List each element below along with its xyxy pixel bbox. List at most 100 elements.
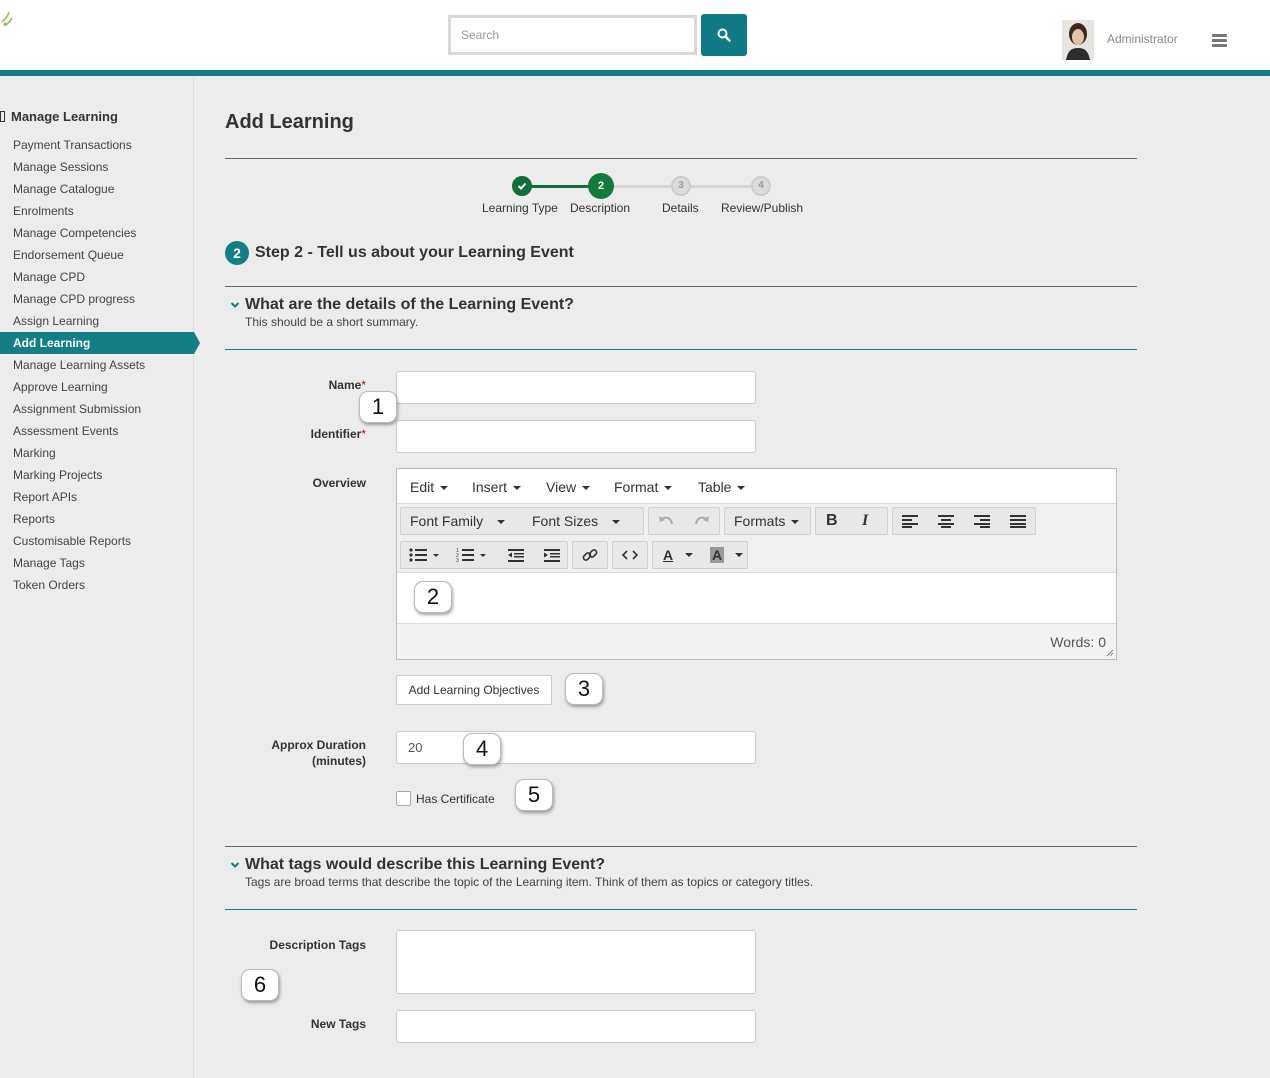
overview-label: Overview — [312, 476, 366, 490]
name-input[interactable] — [396, 371, 756, 404]
section1-subtitle: This should be a short summary. — [245, 315, 419, 329]
sidebar-title: Manage Learning — [0, 109, 118, 124]
has-certificate-label[interactable]: Has Certificate — [416, 792, 495, 806]
sidebar-item-reports[interactable]: Reports — [0, 508, 200, 530]
sidebar-item-manage-learning-assets[interactable]: Manage Learning Assets — [0, 354, 200, 376]
sidebar-item-marking[interactable]: Marking — [0, 442, 200, 464]
search-button[interactable] — [701, 14, 747, 56]
align-justify-icon[interactable] — [1009, 514, 1027, 528]
hamburger-menu-icon[interactable] — [1212, 34, 1227, 48]
step-label-description[interactable]: Description — [570, 201, 630, 215]
editor-statusbar: Words: 0 — [397, 624, 1116, 659]
italic-button[interactable]: I — [862, 508, 868, 534]
bullet-list-icon[interactable] — [409, 548, 439, 562]
sidebar-item-manage-cpd-progress[interactable]: Manage CPD progress — [0, 288, 200, 310]
redo-icon[interactable] — [693, 513, 711, 529]
sidebar-item-customisable-reports[interactable]: Customisable Reports — [0, 530, 200, 552]
new-tags-label: New Tags — [310, 1017, 366, 1031]
step-2-dot[interactable]: 2 — [588, 173, 614, 199]
sidebar-item-enrolments[interactable]: Enrolments — [0, 200, 200, 222]
step-1-dot[interactable] — [512, 176, 532, 196]
indent-icon[interactable] — [543, 548, 561, 562]
sidebar-item-assign-learning[interactable]: Assign Learning — [0, 310, 200, 332]
section2-title[interactable]: What tags would describe this Learning E… — [245, 856, 605, 874]
text-color-button[interactable]: A — [663, 542, 673, 568]
background-color-caret-icon[interactable] — [735, 553, 743, 558]
sidebar-item-payment-transactions[interactable]: Payment Transactions — [0, 134, 200, 156]
sidebar-item-manage-cpd[interactable]: Manage CPD — [0, 266, 200, 288]
editor-toolbar-row2: 1 2 3 A A — [397, 538, 1116, 572]
sidebar-item-endorsement-queue[interactable]: Endorsement Queue — [0, 244, 200, 266]
menu-edit[interactable]: Edit — [410, 479, 449, 495]
step-3-dot[interactable]: 3 — [671, 176, 691, 196]
sidebar-item-approve-learning[interactable]: Approve Learning — [0, 376, 200, 398]
bold-button[interactable]: B — [826, 508, 838, 534]
sidebar-item-assessment-events[interactable]: Assessment Events — [0, 420, 200, 442]
step-label-details[interactable]: Details — [662, 201, 699, 215]
add-learning-objectives-button[interactable]: Add Learning Objectives — [396, 675, 552, 705]
resize-handle-icon[interactable] — [1106, 649, 1114, 657]
source-code-icon[interactable] — [622, 549, 638, 561]
step-label-review-publish[interactable]: Review/Publish — [721, 201, 803, 215]
sidebar-item-assignment-submission[interactable]: Assignment Submission — [0, 398, 200, 420]
step-label-learning-type[interactable]: Learning Type — [482, 201, 558, 215]
sidebar-item-manage-competencies[interactable]: Manage Competencies — [0, 222, 200, 244]
align-left-icon[interactable] — [901, 514, 919, 528]
chevron-down-icon[interactable] — [230, 300, 240, 310]
identifier-label: Identifier* — [310, 427, 366, 441]
page-title: Add Learning — [225, 111, 354, 133]
title-divider — [225, 158, 1137, 159]
sidebar-item-report-apis[interactable]: Report APIs — [0, 486, 200, 508]
top-header: Administrator — [0, 0, 1270, 70]
formats-select[interactable]: Formats — [734, 508, 800, 534]
menu-insert[interactable]: Insert — [472, 479, 522, 495]
sidebar-item-marking-projects[interactable]: Marking Projects — [0, 464, 200, 486]
numbered-list-icon[interactable]: 1 2 3 — [456, 548, 486, 562]
background-color-button[interactable]: A — [710, 547, 725, 563]
undo-icon[interactable] — [657, 513, 675, 529]
text-color-caret-icon[interactable] — [685, 553, 693, 558]
section1-title[interactable]: What are the details of the Learning Eve… — [245, 296, 574, 314]
search-input[interactable] — [448, 15, 697, 55]
editor-toolbar-row1: Font Family Font Sizes Formats B I — [397, 504, 1116, 538]
history-group — [648, 507, 720, 535]
align-center-icon[interactable] — [937, 514, 955, 528]
menu-view[interactable]: View — [546, 479, 591, 495]
callout-2: 2 — [414, 581, 452, 613]
user-name[interactable]: Administrator — [1107, 32, 1178, 46]
description-tags-input[interactable] — [396, 930, 756, 994]
logo-icon — [1, 11, 13, 27]
identifier-input[interactable] — [396, 420, 756, 453]
list-indent-group: 1 2 3 — [400, 541, 568, 569]
sidebar-item-manage-catalogue[interactable]: Manage Catalogue — [0, 178, 200, 200]
name-label: Name* — [328, 378, 366, 392]
callout-5: 5 — [515, 779, 553, 811]
step-heading: Step 2 - Tell us about your Learning Eve… — [255, 244, 574, 261]
font-family-select[interactable]: Font Family — [410, 508, 506, 534]
section2-top-divider — [225, 846, 1137, 847]
check-icon — [517, 182, 527, 190]
new-tags-input[interactable] — [396, 1010, 756, 1043]
section1-bottom-divider — [225, 349, 1137, 350]
user-photo-icon — [1062, 20, 1094, 60]
step-number-badge: 2 — [225, 241, 249, 265]
duration-input[interactable] — [396, 731, 756, 764]
sidebar-item-manage-sessions[interactable]: Manage Sessions — [0, 156, 200, 178]
has-certificate-checkbox[interactable] — [396, 791, 411, 806]
menu-format[interactable]: Format — [614, 479, 673, 495]
formats-group: Formats — [724, 507, 811, 535]
step-4-dot[interactable]: 4 — [751, 176, 771, 196]
editor-content-area[interactable] — [397, 572, 1116, 624]
sidebar-item-add-learning[interactable]: Add Learning — [0, 332, 200, 354]
link-icon[interactable] — [582, 547, 598, 563]
chevron-down-icon[interactable] — [230, 860, 240, 870]
link-group — [572, 541, 608, 569]
font-sizes-select[interactable]: Font Sizes — [532, 508, 621, 534]
sidebar-item-manage-tags[interactable]: Manage Tags — [0, 552, 200, 574]
outdent-icon[interactable] — [507, 548, 525, 562]
avatar[interactable] — [1062, 20, 1094, 60]
menu-table[interactable]: Table — [698, 479, 746, 495]
sidebar-menu: Payment Transactions Manage Sessions Manag… — [0, 134, 200, 596]
sidebar-item-token-orders[interactable]: Token Orders — [0, 574, 200, 596]
align-right-icon[interactable] — [973, 514, 991, 528]
